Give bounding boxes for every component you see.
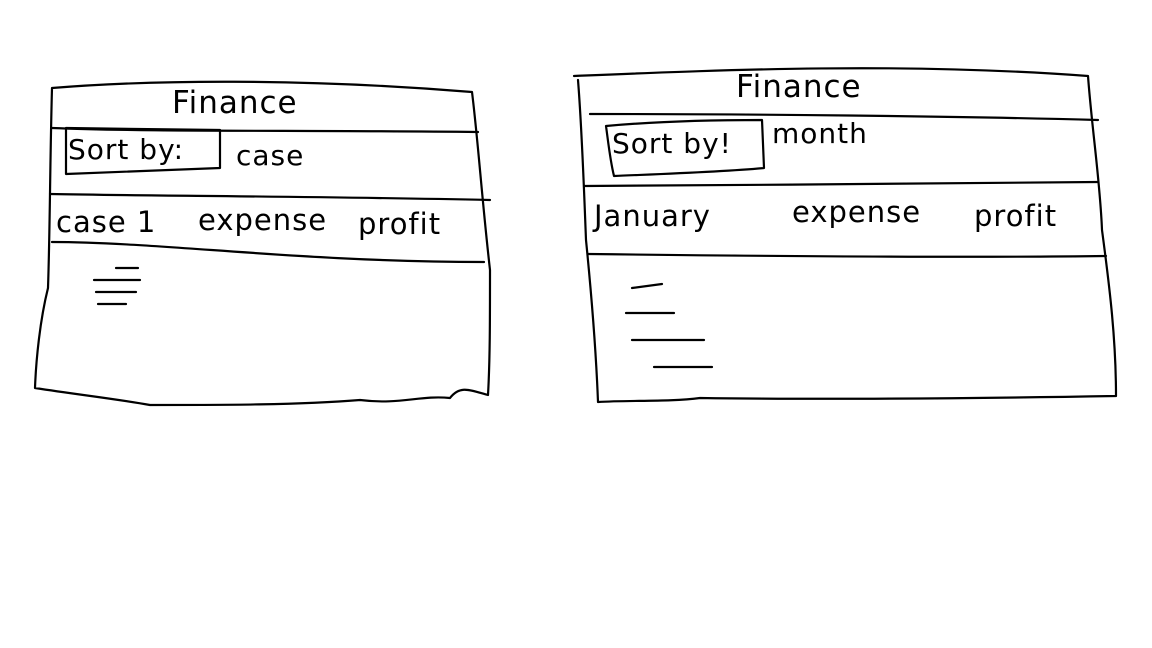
panel-2-column-header-expense[interactable]: expense — [792, 198, 921, 227]
sketch-canvas: Finance Sort by: case case 1 expense pro… — [0, 0, 1152, 648]
panel-1-column-header-profit[interactable]: profit — [358, 210, 441, 239]
panel-1-column-header-expense[interactable]: expense — [198, 206, 327, 235]
panel-1-column-header-case[interactable]: case 1 — [56, 208, 156, 237]
panel-2-sort-button[interactable]: Sort by! — [612, 130, 732, 158]
panel-2-column-divider — [586, 252, 1108, 258]
panel-1-sort-divider — [48, 192, 492, 202]
panel-2-column-header-month[interactable]: January — [594, 202, 711, 231]
panel-2-sort-value[interactable]: month — [772, 120, 868, 148]
panel-2-column-header-profit[interactable]: profit — [974, 202, 1057, 231]
panel-1-sort-button[interactable]: Sort by: — [68, 136, 184, 164]
panel-2-list-line — [630, 282, 664, 290]
panel-2-sort-divider — [582, 180, 1100, 188]
panel-1-title: Finance — [172, 85, 298, 121]
panel-2-title: Finance — [736, 69, 862, 105]
panel-1-sort-value[interactable]: case — [236, 142, 304, 170]
panel-1-column-divider — [50, 240, 486, 264]
